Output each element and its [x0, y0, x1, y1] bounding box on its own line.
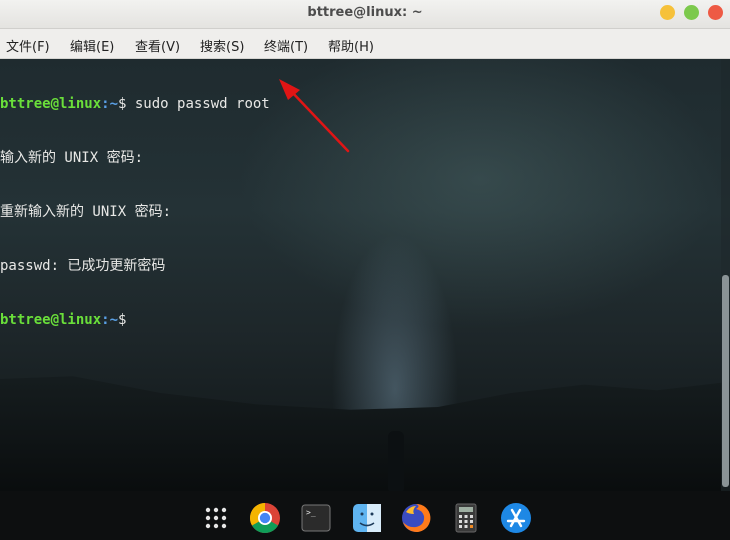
- app-grid-icon[interactable]: [200, 502, 232, 534]
- terminal-line: bttree@linux:~$: [0, 311, 270, 329]
- terminal-scrollbar[interactable]: [721, 59, 730, 491]
- window-title: bttree@linux: ~: [307, 5, 423, 20]
- dock: >_: [0, 491, 730, 540]
- menu-view[interactable]: 查看(V): [135, 36, 180, 55]
- terminal-line: passwd: 已成功更新密码: [0, 258, 166, 274]
- command-text: $ sudo passwd root: [118, 96, 270, 112]
- close-button[interactable]: [708, 5, 723, 20]
- command-text: $: [118, 312, 127, 328]
- svg-text:>_: >_: [306, 508, 316, 517]
- menu-terminal[interactable]: 终端(T): [264, 36, 308, 55]
- menu-search[interactable]: 搜索(S): [200, 36, 244, 55]
- prompt-path: :~: [101, 96, 119, 112]
- scrollbar-thumb[interactable]: [722, 275, 729, 487]
- finder-icon[interactable]: [351, 502, 383, 534]
- terminal-area[interactable]: bttree@linux:~$ sudo passwd root 输入新的 UN…: [0, 59, 730, 491]
- terminal-line: 输入新的 UNIX 密码:: [0, 150, 144, 166]
- chrome-icon[interactable]: [249, 502, 281, 534]
- prompt-user: bttree@linux: [0, 96, 102, 112]
- wallpaper-figure: [388, 431, 404, 491]
- menu-edit[interactable]: 编辑(E): [70, 36, 114, 55]
- terminal-line: 重新输入新的 UNIX 密码:: [0, 204, 172, 220]
- prompt-path: :~: [101, 312, 119, 328]
- app-store-icon[interactable]: [500, 502, 532, 534]
- menu-bar: 文件(F) 编辑(E) 查看(V) 搜索(S) 终端(T) 帮助(H): [0, 29, 730, 59]
- prompt-user: bttree@linux: [0, 312, 102, 328]
- terminal-line: bttree@linux:~$ sudo passwd root: [0, 95, 270, 113]
- menu-file[interactable]: 文件(F): [6, 36, 50, 55]
- calculator-icon[interactable]: [450, 502, 482, 534]
- window-titlebar: bttree@linux: ~: [0, 0, 730, 29]
- terminal-output: bttree@linux:~$ sudo passwd root 输入新的 UN…: [0, 59, 270, 365]
- firefox-icon[interactable]: [400, 502, 432, 534]
- maximize-button[interactable]: [684, 5, 699, 20]
- terminal-icon[interactable]: >_: [300, 502, 332, 534]
- menu-help[interactable]: 帮助(H): [328, 36, 374, 55]
- minimize-button[interactable]: [660, 5, 675, 20]
- wallpaper-mountains: [0, 376, 730, 491]
